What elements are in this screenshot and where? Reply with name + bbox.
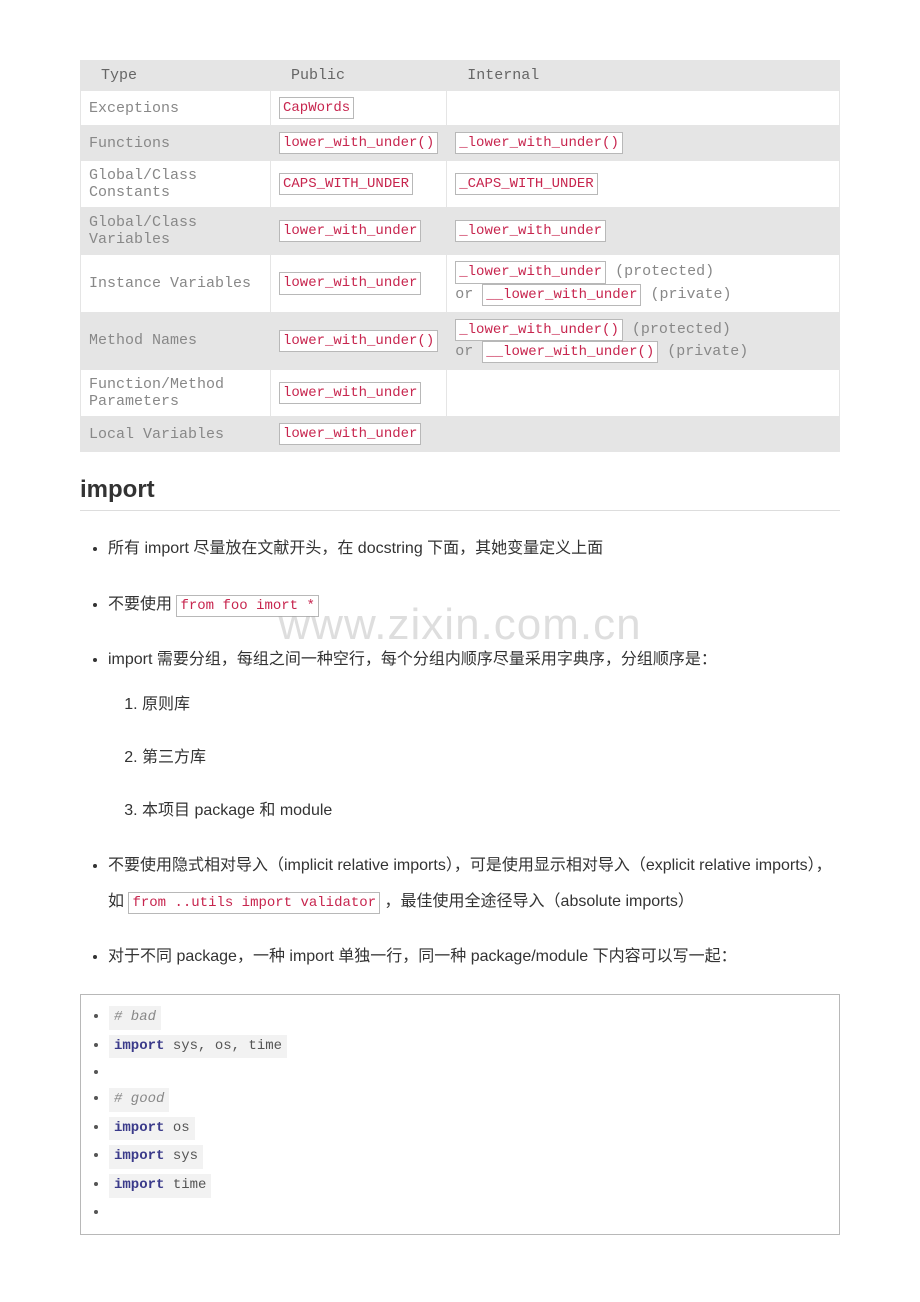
list-item: 所有 import 尽量放在文献开头，在 docstring 下面，其她变量定义… [108, 531, 840, 566]
table-row: Method Names lower_with_under() _lower_wit… [81, 312, 840, 369]
col-internal: Internal [447, 61, 840, 91]
code-text: import time [109, 1174, 211, 1198]
inline-code: _lower_with_under() [455, 319, 623, 341]
cell-internal [447, 417, 840, 452]
table-header-row: Type Public Internal [81, 61, 840, 91]
text: (private) [658, 343, 748, 360]
inline-code: CAPS_WITH_UNDER [279, 173, 413, 195]
cell-type: Local Variables [81, 417, 271, 452]
list-item: 对于不同 package，一种 import 单独一行，同一种 package/… [108, 939, 840, 974]
text: (protected) [606, 263, 714, 280]
table-row: Functions lower_with_under() _lower_with_u… [81, 126, 840, 161]
cell-public: lower_with_under [271, 208, 447, 255]
cell-internal: _lower_with_under() [447, 126, 840, 161]
inline-code: lower_with_under [279, 382, 421, 404]
cell-internal [447, 91, 840, 126]
list-item: 原则库 [142, 687, 840, 722]
inline-code: lower_with_under() [279, 132, 438, 154]
list-item: 第三方库 [142, 740, 840, 775]
table-row: Global/Class Variables lower_with_under _l… [81, 208, 840, 255]
cell-public: lower_with_under() [271, 312, 447, 369]
code-text: import sys, os, time [109, 1035, 287, 1059]
cell-internal: _lower_with_under [447, 208, 840, 255]
cell-public: lower_with_under [271, 417, 447, 452]
bullet-list: 所有 import 尽量放在文献开头，在 docstring 下面，其她变量定义… [80, 531, 840, 974]
inline-code: _lower_with_under() [455, 132, 623, 154]
list-item: 本项目 package 和 module [142, 793, 840, 828]
section-heading-import: import [80, 476, 840, 511]
table-row: Global/Class Constants CAPS_WITH_UNDER _CA… [81, 161, 840, 208]
cell-internal: _lower_with_under() (protected) or __lowe… [447, 312, 840, 369]
code-text: import os [109, 1117, 195, 1141]
cell-public: lower_with_under [271, 255, 447, 312]
inline-code: from foo imort * [176, 595, 318, 617]
cell-type: Global/Class Variables [81, 208, 271, 255]
inline-code: __lower_with_under [482, 284, 641, 306]
cell-type: Function/Method Parameters [81, 370, 271, 417]
cell-public: lower_with_under() [271, 126, 447, 161]
list-item: 不要使用 from foo imort * [108, 587, 840, 622]
inline-code: _CAPS_WITH_UNDER [455, 173, 597, 195]
code-text: # bad [109, 1006, 161, 1030]
inline-code: _lower_with_under [455, 261, 606, 283]
code-line: import sys, os, time [109, 1035, 839, 1059]
ordered-sublist: 原则库 第三方库 本项目 package 和 module [108, 687, 840, 829]
inline-code: lower_with_under [279, 272, 421, 294]
table-row: Exceptions CapWords [81, 91, 840, 126]
col-type: Type [81, 61, 271, 91]
inline-code: lower_with_under [279, 220, 421, 242]
code-line: import sys [109, 1145, 839, 1169]
cell-type: Exceptions [81, 91, 271, 126]
cell-internal: _CAPS_WITH_UNDER [447, 161, 840, 208]
cell-public: CAPS_WITH_UNDER [271, 161, 447, 208]
list-item: 不要使用隐式相对导入（implicit relative imports），可是… [108, 848, 840, 918]
cell-type: Global/Class Constants [81, 161, 271, 208]
inline-code: lower_with_under() [279, 330, 438, 352]
code-block: # bad import sys, os, time # good import os… [80, 994, 840, 1235]
code-line [109, 1063, 839, 1083]
cell-internal [447, 370, 840, 417]
code-text: # good [109, 1088, 169, 1112]
col-public: Public [271, 61, 447, 91]
code-text: import sys [109, 1145, 203, 1169]
text: import 需要分组，每组之间一种空行，每个分组内顺序尽量采用字典序，分组顺序… [108, 651, 717, 668]
text: or [455, 343, 482, 360]
inline-code: lower_with_under [279, 423, 421, 445]
code-line: # good [109, 1088, 839, 1112]
cell-public: lower_with_under [271, 370, 447, 417]
cell-internal: _lower_with_under (protected) or __lower_… [447, 255, 840, 312]
table-row: Instance Variables lower_with_under _lower… [81, 255, 840, 312]
text: or [455, 286, 482, 303]
text: 不要使用 [108, 596, 176, 613]
inline-code: CapWords [279, 97, 354, 119]
cell-public: CapWords [271, 91, 447, 126]
inline-code: from ..utils import validator [128, 892, 380, 914]
table-row: Function/Method Parameters lower_with_und… [81, 370, 840, 417]
cell-type: Functions [81, 126, 271, 161]
text: (private) [641, 286, 731, 303]
cell-type: Method Names [81, 312, 271, 369]
code-line: # bad [109, 1006, 839, 1030]
code-line [109, 1203, 839, 1223]
naming-conventions-table: Type Public Internal Exceptions CapWords F… [80, 60, 840, 452]
cell-type: Instance Variables [81, 255, 271, 312]
inline-code: _lower_with_under [455, 220, 606, 242]
list-item: import 需要分组，每组之间一种空行，每个分组内顺序尽量采用字典序，分组顺序… [108, 642, 840, 829]
table-row: Local Variables lower_with_under [81, 417, 840, 452]
text: ，最佳使用全途径导入（absolute imports） [380, 893, 694, 910]
code-line: import os [109, 1117, 839, 1141]
inline-code: __lower_with_under() [482, 341, 658, 363]
code-line: import time [109, 1174, 839, 1198]
text: (protected) [623, 321, 731, 338]
